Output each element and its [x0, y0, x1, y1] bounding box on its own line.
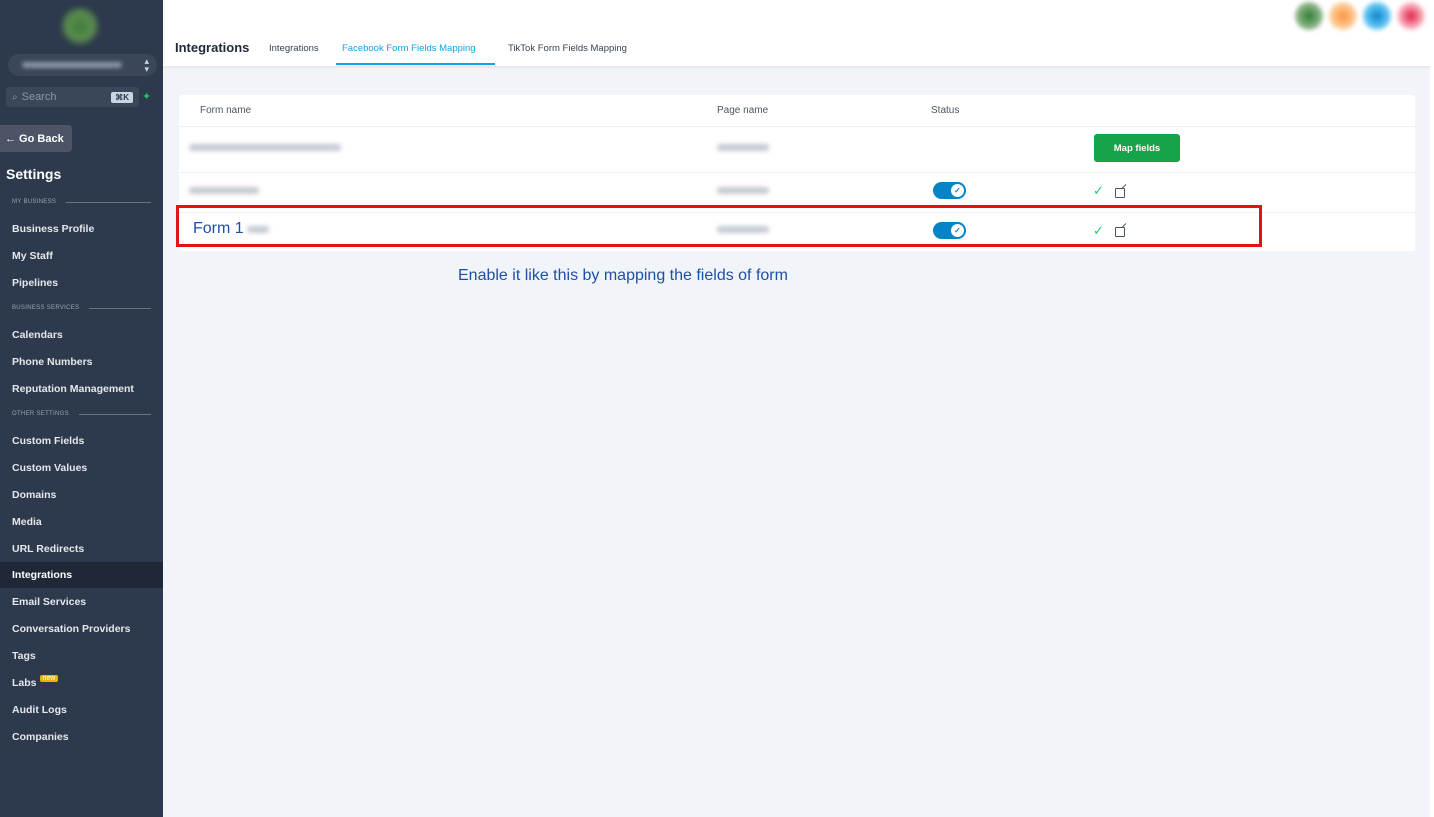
sidebar-item-integrations[interactable]: Integrations	[0, 562, 163, 588]
section-business-services: BUSINESS SERVICES	[12, 305, 151, 311]
sidebar-item-labs[interactable]: Labs new	[0, 670, 163, 696]
sidebar-item-url-redirects[interactable]: URL Redirects	[0, 536, 163, 562]
tab-integrations[interactable]: Integrations	[269, 43, 319, 54]
page-name-redacted	[717, 187, 769, 194]
sidebar-item-domains[interactable]: Domains	[0, 482, 163, 508]
tab-facebook-form-fields-mapping[interactable]: Facebook Form Fields Mapping	[342, 43, 476, 54]
annotation-highlight-box	[176, 205, 1262, 247]
settings-title: Settings	[6, 166, 62, 182]
avatar[interactable]	[1295, 2, 1323, 30]
location-name-redacted	[22, 62, 122, 68]
agency-logo	[60, 6, 100, 46]
status-toggle[interactable]: ✓	[933, 182, 966, 199]
sparkle-icon[interactable]: ✦	[142, 90, 151, 103]
tab-tiktok-form-fields-mapping[interactable]: TikTok Form Fields Mapping	[508, 43, 627, 54]
check-icon: ✓	[951, 184, 964, 197]
page-title: Integrations	[175, 40, 250, 55]
right-edge	[1430, 0, 1434, 817]
sidebar-item-reputation-management[interactable]: Reputation Management	[0, 376, 163, 402]
chevron-updown-icon: ▴ ▾	[144, 56, 149, 74]
location-switcher[interactable]: ▴ ▾	[8, 54, 157, 76]
active-tab-indicator	[336, 63, 495, 65]
sidebar-item-tags[interactable]: Tags	[0, 643, 163, 669]
sidebar-item-companies[interactable]: Companies	[0, 724, 163, 750]
sidebar-item-my-staff[interactable]: My Staff	[0, 243, 163, 269]
avatar[interactable]	[1363, 2, 1391, 30]
avatar[interactable]	[1397, 2, 1425, 30]
search-placeholder: Search	[21, 91, 57, 103]
sidebar-item-calendars[interactable]: Calendars	[0, 322, 163, 348]
sidebar-item-audit-logs[interactable]: Audit Logs	[0, 697, 163, 723]
edit-icon[interactable]	[1115, 188, 1125, 198]
search-icon: ⌕	[12, 91, 18, 103]
form-name-redacted	[189, 144, 341, 151]
sidebar-item-conversation-providers[interactable]: Conversation Providers	[0, 616, 163, 642]
sidebar-item-media[interactable]: Media	[0, 509, 163, 535]
page-name-redacted	[717, 144, 769, 151]
sidebar-item-label: Labs	[12, 677, 37, 689]
table-header: Form name Page name Status	[179, 95, 1415, 127]
sidebar: ▴ ▾ ⌕ Search ⌘K ✦ ← Go Back Settings MY B…	[0, 0, 163, 817]
search-input[interactable]: ⌕ Search ⌘K	[6, 87, 139, 107]
table-row: Map fields	[179, 126, 1415, 173]
sidebar-item-pipelines[interactable]: Pipelines	[0, 270, 163, 296]
check-icon: ✓	[1093, 183, 1104, 198]
annotation-text: Enable it like this by mapping the field…	[458, 267, 788, 284]
new-badge: new	[39, 674, 59, 682]
page-header: Integrations Integrations Facebook Form …	[163, 0, 1430, 67]
column-status: Status	[931, 105, 960, 116]
sidebar-item-email-services[interactable]: Email Services	[0, 589, 163, 615]
shortcut-badge: ⌘K	[111, 91, 133, 103]
column-page-name: Page name	[717, 105, 769, 116]
sidebar-item-custom-fields[interactable]: Custom Fields	[0, 428, 163, 454]
go-back-button[interactable]: ← Go Back	[0, 125, 72, 152]
sidebar-item-business-profile[interactable]: Business Profile	[0, 216, 163, 242]
column-form-name: Form name	[200, 105, 252, 116]
sidebar-item-phone-numbers[interactable]: Phone Numbers	[0, 349, 163, 375]
avatar[interactable]	[1329, 2, 1357, 30]
form-name-redacted	[189, 187, 259, 194]
section-other-settings: OTHER SETTINGS	[12, 411, 151, 417]
map-fields-button[interactable]: Map fields	[1094, 134, 1180, 162]
section-my-business: MY BUSINESS	[12, 199, 151, 205]
sidebar-item-custom-values[interactable]: Custom Values	[0, 455, 163, 481]
